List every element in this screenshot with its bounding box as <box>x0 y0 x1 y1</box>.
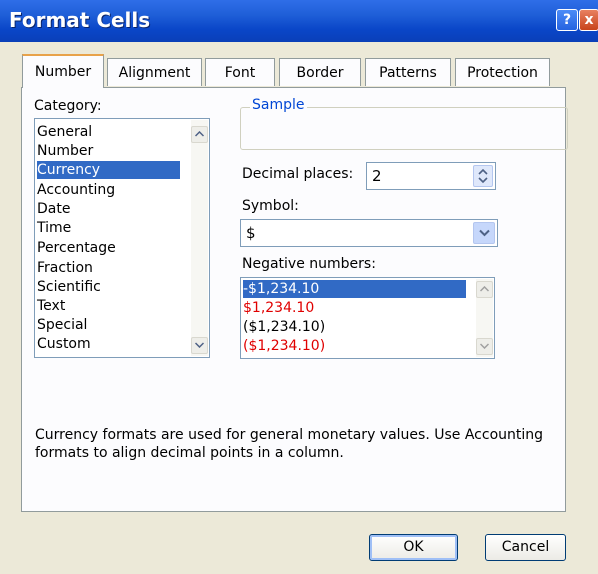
spin-up-down-icon <box>478 168 488 184</box>
category-item-number[interactable]: Number <box>37 142 93 160</box>
decimal-places-stepper[interactable]: 2 <box>366 162 496 190</box>
spin-buttons[interactable] <box>473 165 493 187</box>
category-item-currency[interactable]: Currency <box>37 161 180 179</box>
symbol-value: $ <box>246 224 256 242</box>
negative-item-3[interactable]: ($1,234.10) <box>243 318 325 336</box>
category-item-general[interactable]: General <box>37 123 92 141</box>
cancel-button[interactable]: Cancel <box>485 534 566 561</box>
negative-numbers-listbox[interactable]: -$1,234.10 $1,234.10 ($1,234.10) ($1,234… <box>240 277 495 359</box>
category-scrollbar[interactable] <box>191 120 208 356</box>
category-label: Category: <box>34 98 102 114</box>
tab-patterns[interactable]: Patterns <box>365 58 451 86</box>
sample-label: Sample <box>250 97 307 113</box>
symbol-label: Symbol: <box>242 198 299 214</box>
help-button[interactable]: ? <box>556 9 578 31</box>
window-title: Format Cells <box>9 8 151 32</box>
category-item-text[interactable]: Text <box>37 297 65 315</box>
chevron-down-icon[interactable] <box>473 222 495 244</box>
tab-alignment[interactable]: Alignment <box>107 58 202 86</box>
category-item-date[interactable]: Date <box>37 200 70 218</box>
scroll-down-arrow-icon[interactable] <box>476 338 493 355</box>
category-item-custom[interactable]: Custom <box>37 335 91 353</box>
symbol-dropdown[interactable]: $ <box>240 219 498 247</box>
decimal-places-value: 2 <box>372 167 382 185</box>
close-button[interactable]: x <box>579 9 598 31</box>
help-icon: ? <box>562 12 572 28</box>
negative-scrollbar[interactable] <box>476 279 493 357</box>
negative-item-2[interactable]: $1,234.10 <box>243 299 314 317</box>
category-item-time[interactable]: Time <box>37 219 71 237</box>
category-item-scientific[interactable]: Scientific <box>37 278 101 296</box>
tab-protection[interactable]: Protection <box>455 58 550 86</box>
decimal-places-label: Decimal places: <box>242 166 354 182</box>
category-listbox[interactable]: General Number Currency Accounting Date … <box>34 118 210 358</box>
scroll-up-arrow-icon[interactable] <box>191 126 208 143</box>
ok-button[interactable]: OK <box>369 534 458 561</box>
category-item-accounting[interactable]: Accounting <box>37 181 115 199</box>
tab-font[interactable]: Font <box>205 58 275 86</box>
scroll-up-arrow-icon[interactable] <box>476 281 493 298</box>
close-icon: x <box>584 12 594 28</box>
title-bar[interactable]: Format Cells ? x <box>0 0 598 42</box>
format-cells-dialog: Format Cells ? x Number Alignment Font B… <box>0 0 598 574</box>
category-item-fraction[interactable]: Fraction <box>37 259 93 277</box>
negative-item-4[interactable]: ($1,234.10) <box>243 337 325 355</box>
tab-number[interactable]: Number <box>22 54 104 88</box>
tab-border[interactable]: Border <box>279 58 361 86</box>
sample-groupbox <box>240 107 568 150</box>
negative-item-1[interactable]: -$1,234.10 <box>243 280 466 298</box>
format-description: Currency formats are used for general mo… <box>35 427 544 461</box>
negative-numbers-label: Negative numbers: <box>242 256 376 272</box>
scroll-down-arrow-icon[interactable] <box>191 337 208 354</box>
category-item-special[interactable]: Special <box>37 316 87 334</box>
category-item-percentage[interactable]: Percentage <box>37 239 116 257</box>
